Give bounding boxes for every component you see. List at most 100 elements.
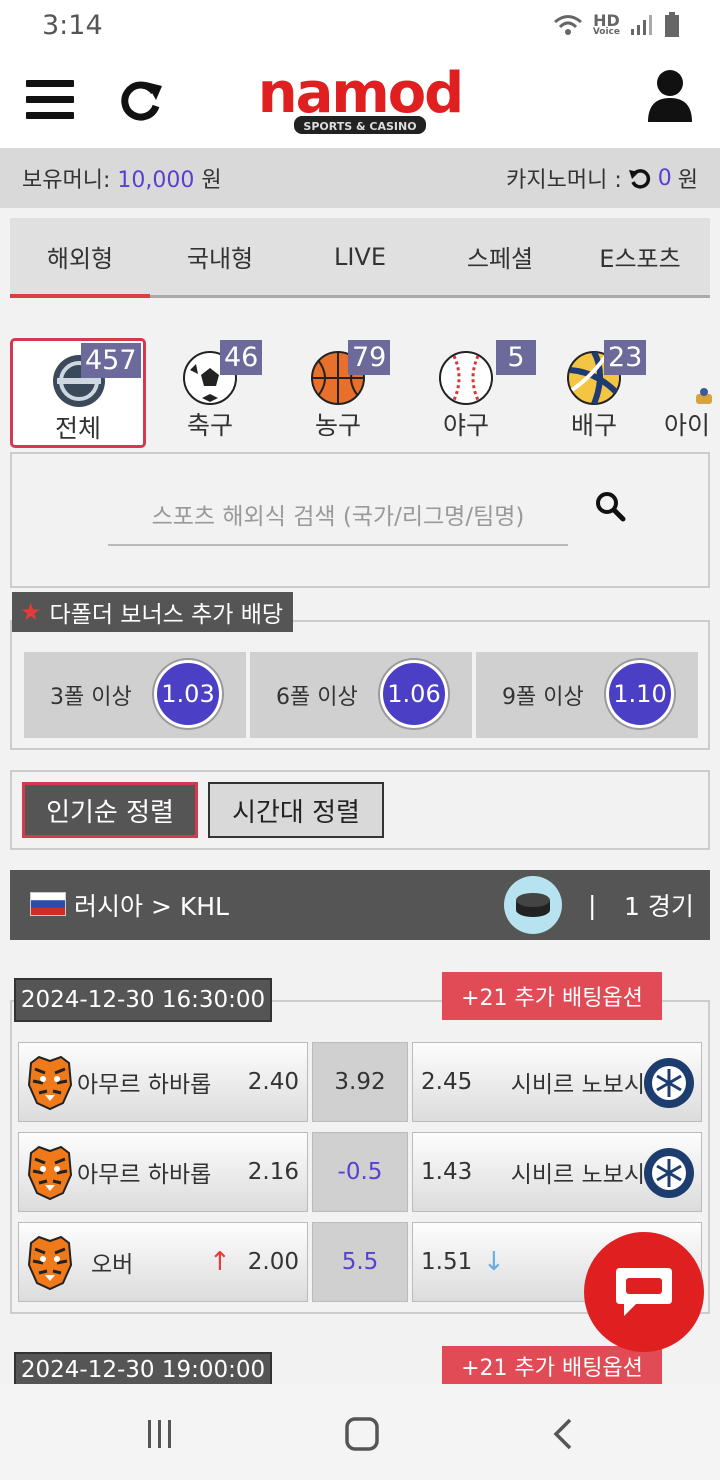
snowflake-team-logo-icon	[644, 1148, 694, 1198]
hockey-icon	[696, 388, 712, 404]
sport-item-all[interactable]: 457 전체	[10, 338, 146, 448]
total-line-value: 5.5	[312, 1222, 408, 1302]
arrow-down-icon: ↓	[483, 1247, 505, 1277]
user-profile-icon[interactable]	[646, 68, 694, 122]
bonus-option-label: 3폴 이상	[50, 685, 132, 710]
away-team-name: 시비르 노보시	[510, 1162, 645, 1188]
snowflake-team-logo-icon	[644, 1058, 694, 1108]
draw-bet-button[interactable]: 3.92	[312, 1042, 408, 1122]
sort-time-button[interactable]: 시간대 정렬	[208, 782, 384, 838]
casino-refresh-icon[interactable]	[628, 166, 652, 190]
betting-type-tabs: 해외형 국내형 LIVE 스페셜 E스포츠	[10, 218, 710, 298]
system-navigation-bar	[0, 1384, 720, 1480]
match-date: 2024-12-30 19:00:00	[14, 1352, 272, 1388]
search-input[interactable]: 스포츠 해외식 검색 (국가/리그명/팀명)	[108, 484, 568, 546]
sport-label: 전체	[54, 414, 101, 443]
sport-item-basketball[interactable]: 79 농구	[270, 338, 406, 448]
home-odd: 2.16	[247, 1159, 299, 1185]
away-odd: 1.43	[421, 1159, 473, 1185]
back-icon[interactable]	[544, 1414, 584, 1454]
bonus-title: 다폴더 보너스 추가 배당	[49, 602, 284, 628]
sport-label: 배구	[570, 411, 617, 440]
bonus-option-9fold[interactable]: 9폴 이상 1.10	[476, 652, 698, 738]
network-sub-label: Voice	[592, 27, 620, 38]
under-odd: 1.51	[421, 1249, 473, 1275]
bonus-option-6fold[interactable]: 6폴 이상 1.06	[250, 652, 472, 738]
tiger-team-logo-icon	[27, 1145, 73, 1201]
bet-row-handicap: 아무르 하바롭 2.16 -0.5 1.43 시비르 노보시	[18, 1132, 702, 1212]
svg-text:SPORTS & CASINO: SPORTS & CASINO	[303, 120, 416, 133]
status-icons: HD Voice	[553, 12, 680, 38]
chat-button[interactable]	[584, 1232, 704, 1352]
away-bet-button[interactable]: 2.45 시비르 노보시	[412, 1042, 702, 1122]
sort-popular-button[interactable]: 인기순 정렬	[22, 782, 198, 838]
home-icon[interactable]	[342, 1414, 382, 1454]
status-bar: 3:14 HD Voice	[0, 0, 720, 50]
bonus-option-3fold[interactable]: 3폴 이상 1.03	[24, 652, 246, 738]
bonus-option-value: 1.03	[154, 660, 222, 728]
league-name: 러시아 > KHL	[74, 892, 229, 921]
total-line: 5.5	[341, 1249, 379, 1275]
multi-fold-bonus-panel: 3폴 이상 1.03 6폴 이상 1.06 9폴 이상 1.10	[10, 620, 710, 750]
casino-money-unit: 원	[677, 168, 698, 193]
wifi-icon	[553, 15, 582, 35]
holding-money: 보유머니: 10,000 원	[22, 162, 222, 194]
sport-count: 46	[220, 340, 263, 375]
tab-domestic[interactable]: 국내형	[150, 218, 290, 295]
status-time: 3:14	[42, 9, 103, 41]
sport-label: 농구	[314, 411, 361, 440]
over-bet-button[interactable]: 오버 ↑ 2.00	[18, 1222, 308, 1302]
refresh-icon[interactable]	[118, 76, 164, 122]
balance-bar: 보유머니: 10,000 원 카지노머니 : 0 원	[0, 148, 720, 208]
home-bet-button[interactable]: 아무르 하바롭 2.40	[18, 1042, 308, 1122]
home-team-name: 아무르 하바롭	[77, 1072, 212, 1098]
sport-label: 축구	[186, 411, 233, 440]
match-date: 2024-12-30 16:30:00	[14, 978, 272, 1022]
extra-bet-options-button[interactable]: +21 추가 배팅옵션	[442, 972, 662, 1020]
sports-selector: 457 전체 46 축구 79 농구 5 야구 23 배구 아이	[0, 334, 720, 452]
chat-bubble-icon	[616, 1268, 672, 1316]
app-header: namod SPORTS & CASINO	[0, 50, 720, 148]
holding-money-amount: 10,000	[117, 168, 195, 193]
league-header[interactable]: 러시아 > KHL | 1 경기	[10, 870, 710, 940]
sport-item-baseball[interactable]: 5 야구	[398, 338, 536, 448]
bonus-option-label: 6폴 이상	[276, 685, 358, 710]
tab-esports[interactable]: E스포츠	[570, 218, 710, 295]
tiger-team-logo-icon	[27, 1055, 73, 1111]
search-icon[interactable]	[594, 490, 626, 522]
away-bet-button[interactable]: 1.43 시비르 노보시	[412, 1132, 702, 1212]
multi-fold-bonus-label: ★ 다폴더 보너스 추가 배당	[12, 592, 294, 632]
sport-count: 457	[81, 343, 141, 378]
sport-item-hockey[interactable]: 아이	[654, 338, 720, 448]
tab-live[interactable]: LIVE	[290, 218, 430, 295]
sport-label: 야구	[442, 411, 489, 440]
away-team-name: 시비르 노보시	[510, 1072, 645, 1098]
bonus-option-value: 1.10	[606, 660, 674, 728]
bet-row-1x2: 아무르 하바롭 2.40 3.92 2.45 시비르 노보시	[18, 1042, 702, 1122]
star-icon: ★	[20, 598, 42, 626]
network-label: HD	[593, 10, 620, 30]
over-label: 오버	[91, 1252, 134, 1278]
sort-panel: 인기순 정렬 시간대 정렬	[10, 770, 710, 850]
extra-bet-options-button[interactable]: +21 추가 배팅옵션	[442, 1346, 662, 1386]
draw-odd: 3.92	[334, 1069, 386, 1095]
menu-icon[interactable]	[26, 80, 74, 120]
baseball-icon	[439, 351, 493, 405]
holding-money-label: 보유머니:	[22, 168, 111, 193]
bonus-option-value: 1.06	[380, 660, 448, 728]
brand-logo[interactable]: namod SPORTS & CASINO	[232, 62, 488, 138]
handicap-value: -0.5	[312, 1132, 408, 1212]
sport-item-soccer[interactable]: 46 축구	[142, 338, 278, 448]
battery-icon	[665, 12, 679, 37]
recent-apps-icon[interactable]	[140, 1414, 180, 1454]
hockey-puck-icon	[504, 876, 562, 934]
sport-item-volleyball[interactable]: 23 배구	[526, 338, 662, 448]
sport-count: 23	[604, 340, 647, 375]
search-panel: 스포츠 해외식 검색 (국가/리그명/팀명)	[10, 452, 710, 588]
tab-overseas[interactable]: 해외형	[10, 218, 150, 298]
tab-special[interactable]: 스페셜	[430, 218, 570, 295]
home-bet-button[interactable]: 아무르 하바롭 2.16	[18, 1132, 308, 1212]
russia-flag-icon	[30, 892, 66, 916]
over-odd: 2.00	[247, 1249, 299, 1275]
away-odd: 2.45	[421, 1069, 473, 1095]
